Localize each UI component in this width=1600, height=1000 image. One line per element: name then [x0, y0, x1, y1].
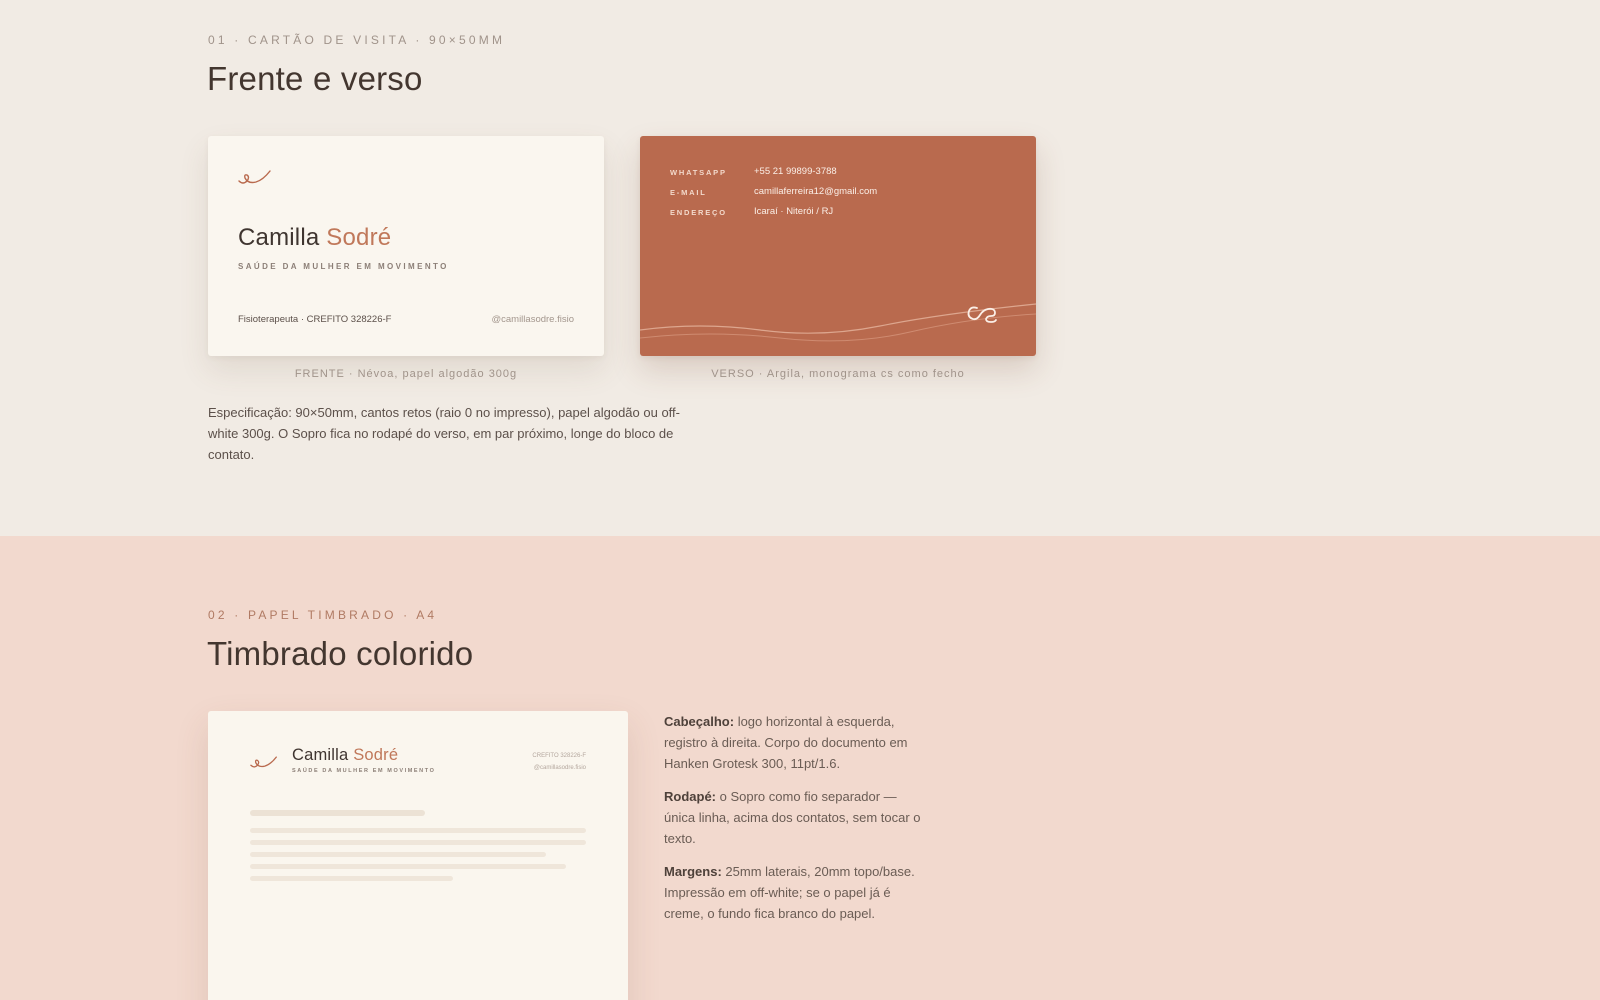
business-card-front: Camilla Sodré SAÚDE DA MULHER EM MOVIMEN… — [208, 136, 604, 356]
business-card-back: WHATSAPP +55 21 99899-3788 E-MAIL camill… — [640, 136, 1036, 356]
note-header: Cabeçalho: logo horizontal à esquerda, r… — [664, 711, 926, 774]
note-key: Margens: — [664, 864, 722, 879]
section-title: Timbrado colorido — [207, 635, 474, 672]
card-tagline: SAÚDE DA MULHER EM MOVIMENTO — [238, 262, 449, 271]
card-back-caption: VERSO · Argila, monograma cs como fecho — [711, 368, 965, 380]
card-last-name: Sodré — [326, 224, 392, 251]
contact-label: ENDEREÇO — [670, 208, 727, 217]
text-placeholder-line — [250, 864, 566, 869]
contact-row-email: E-MAIL camillaferreira12@gmail.com — [670, 186, 1010, 200]
contact-row-whatsapp: WHATSAPP +55 21 99899-3788 — [670, 166, 1010, 180]
note-key: Cabeçalho: — [664, 714, 735, 729]
sopro-breath-icon — [238, 170, 271, 184]
business-card-section: 01 · CARTÃO DE VISITA · 90×50MM Frente e… — [0, 0, 1600, 536]
letterhead-preview: Camilla Sodré SAÚDE DA MULHER EM MOVIMEN… — [208, 711, 628, 1000]
note-footer: Rodapé: o Sopro como fio separador — úni… — [664, 786, 926, 849]
text-placeholder-line — [250, 828, 586, 833]
letterhead-section: 02 · PAPEL TIMBRADO · A4 Timbrado colori… — [0, 536, 1600, 1000]
cs-monogram-icon — [967, 306, 997, 323]
letterhead-notes: Cabeçalho: logo horizontal à esquerda, r… — [664, 711, 926, 936]
text-placeholder-line — [250, 840, 586, 845]
card-specification: Especificação: 90×50mm, cantos retos (ra… — [208, 405, 680, 462]
letterhead-last-name: Sodré — [353, 746, 399, 764]
contact-label: WHATSAPP — [670, 168, 727, 177]
card-first-name: Camilla — [238, 224, 320, 251]
text-placeholder-line — [250, 876, 453, 881]
section-eyebrow: 02 · PAPEL TIMBRADO · A4 — [208, 608, 438, 622]
contact-value: +55 21 99899-3788 — [754, 166, 837, 177]
section-eyebrow: 01 · CARTÃO DE VISITA · 90×50MM — [208, 33, 506, 47]
card-front-caption: FRENTE · Névoa, papel algodão 300g — [294, 368, 518, 380]
text-placeholder-heading — [250, 810, 425, 816]
note-key: Rodapé: — [664, 789, 716, 804]
contact-value: camillaferreira12@gmail.com — [754, 186, 878, 197]
letterhead-registration: CREFITO 328226-F @camillasodre.fisio — [532, 750, 586, 774]
text-placeholder-line — [250, 852, 546, 857]
contact-value: Icaraí · Niterói / RJ — [754, 206, 834, 217]
card-name: Camilla Sodré — [238, 224, 391, 252]
note-margins: Margens: 25mm laterais, 20mm topo/base. … — [664, 861, 926, 924]
card-credential: Fisioterapeuta · CREFITO 328226-F — [238, 314, 392, 325]
letterhead-tagline: SAÚDE DA MULHER EM MOVIMENTO — [292, 768, 436, 774]
letterhead-credential: CREFITO 328226-F — [532, 753, 586, 759]
card-handle: @camillasodre.fisio — [491, 314, 574, 325]
contact-label: E-MAIL — [670, 188, 707, 197]
sopro-breath-icon — [250, 756, 277, 768]
letterhead-name: Camilla Sodré — [292, 746, 398, 765]
section-title: Frente e verso — [207, 60, 423, 97]
letterhead-handle: @camillasodre.fisio — [533, 765, 586, 771]
letterhead-first-name: Camilla — [292, 746, 349, 764]
contact-row-address: ENDEREÇO Icaraí · Niterói / RJ — [670, 206, 1010, 220]
